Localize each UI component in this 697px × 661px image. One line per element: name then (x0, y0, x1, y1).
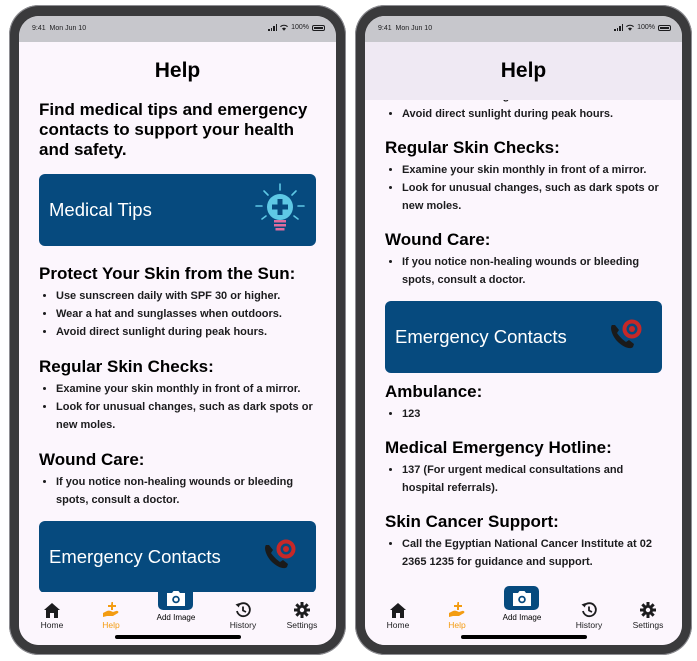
contact-title: Ambulance: (385, 382, 483, 401)
screen-right: 9:41 Mon Jun 10 100% Wear a hat and sung… (365, 16, 682, 645)
list-item: Look for unusual changes, such as dark s… (56, 398, 316, 434)
camera-icon (166, 590, 185, 606)
gear-icon (294, 602, 310, 618)
phone-emergency-icon (265, 539, 296, 569)
tab-help[interactable]: Help (432, 601, 482, 630)
phone-emergency-icon (611, 319, 642, 349)
tab-settings[interactable]: Settings (623, 601, 673, 630)
section-title: Regular Skin Checks: (385, 138, 560, 157)
add-image-label: Add Image (156, 613, 196, 622)
banner-title: Medical Tips (49, 199, 152, 220)
status-bar: 9:41 Mon Jun 10 100% (365, 16, 682, 42)
lightbulb-medical-icon (255, 183, 305, 231)
tab-history[interactable]: History (564, 601, 614, 630)
tab-help[interactable]: Help (86, 601, 136, 630)
tips-list: If you notice non-healing wounds or blee… (385, 253, 662, 289)
history-icon (581, 602, 597, 618)
banner-title: Emergency Contacts (49, 546, 221, 567)
battery-text: 100% (291, 24, 309, 31)
tab-settings[interactable]: Settings (277, 601, 327, 630)
list-item: Wear a hat and sunglasses when outdoors. (56, 305, 316, 323)
contact-list: Call the Egyptian National Cancer Instit… (385, 535, 662, 571)
tips-list: Wear a hat and sunglasses when outdoors.… (385, 100, 662, 123)
banner-title: Emergency Contacts (395, 326, 567, 347)
battery-icon (658, 24, 671, 31)
tab-bar: Home Help Add Image History Settings (19, 586, 336, 645)
tips-list: Examine your skin monthly in front of a … (39, 380, 316, 434)
scroll-content[interactable]: Wear a hat and sunglasses when outdoors.… (365, 100, 682, 592)
section-title: Protect Your Skin from the Sun: (39, 264, 296, 283)
list-item: Examine your skin monthly in front of a … (56, 380, 316, 398)
section-title: Regular Skin Checks: (39, 357, 214, 376)
add-image-button[interactable] (158, 586, 193, 610)
tips-list: Examine your skin monthly in front of a … (385, 161, 662, 215)
add-image-button[interactable] (504, 586, 539, 610)
gear-icon (640, 602, 656, 618)
tab-home[interactable]: Home (27, 601, 77, 630)
tips-list: Use sunscreen daily with SPF 30 or highe… (39, 287, 316, 341)
device-frame-left: 9:41 Mon Jun 10 100% Help Find medical t… (9, 5, 346, 655)
page-title: Help (365, 42, 682, 100)
help-hand-icon (102, 602, 118, 617)
home-icon (390, 602, 406, 618)
scroll-content[interactable]: Find medical tips and emergency contacts… (19, 100, 336, 592)
status-bar: 9:41 Mon Jun 10 100% (19, 16, 336, 42)
battery-icon (312, 24, 325, 31)
home-indicator (460, 635, 587, 639)
list-item: If you notice non-healing wounds or blee… (56, 473, 316, 509)
home-icon (44, 602, 60, 618)
list-item: 123 (402, 405, 662, 423)
help-hand-icon (448, 602, 464, 617)
page-title: Help (154, 59, 201, 82)
screen-left: 9:41 Mon Jun 10 100% Help Find medical t… (19, 16, 336, 645)
list-item: Look for unusual changes, such as dark s… (402, 179, 662, 215)
medical-tips-banner: Medical Tips (39, 174, 316, 246)
wifi-icon (280, 24, 289, 31)
contact-list: 137 (For urgent medical consultations an… (385, 461, 662, 497)
signal-icon (614, 24, 624, 31)
emergency-contacts-banner: Emergency Contacts (385, 301, 662, 373)
status-time: 9:41 Mon Jun 10 (378, 25, 433, 32)
device-frame-right: 9:41 Mon Jun 10 100% Wear a hat and sung… (355, 5, 692, 655)
list-item: Avoid direct sunlight during peak hours. (56, 323, 316, 341)
list-item: If you notice non-healing wounds or blee… (402, 253, 662, 289)
section-title: Wound Care: (385, 230, 491, 249)
section-title: Wound Care: (39, 450, 145, 469)
tab-home[interactable]: Home (373, 601, 423, 630)
history-icon (235, 602, 251, 618)
signal-icon (268, 24, 278, 31)
wifi-icon (626, 24, 635, 31)
contact-title: Medical Emergency Hotline: (385, 438, 612, 457)
home-indicator (114, 635, 241, 639)
list-item: Use sunscreen daily with SPF 30 or highe… (56, 287, 316, 305)
contact-list: 123 (385, 405, 662, 423)
intro-text: Find medical tips and emergency contacts… (39, 100, 308, 159)
list-item: 137 (For urgent medical consultations an… (402, 461, 662, 497)
tips-list: If you notice non-healing wounds or blee… (39, 473, 316, 509)
list-item: Avoid direct sunlight during peak hours. (402, 105, 662, 123)
tab-history[interactable]: History (218, 601, 268, 630)
status-time: 9:41 Mon Jun 10 (32, 25, 87, 32)
contact-title: Skin Cancer Support: (385, 512, 559, 531)
emergency-contacts-banner: Emergency Contacts (39, 521, 316, 592)
battery-text: 100% (637, 24, 655, 31)
camera-icon (512, 590, 531, 606)
list-item: Examine your skin monthly in front of a … (402, 161, 662, 179)
add-image-label: Add Image (502, 613, 542, 622)
tab-bar: Home Help Add Image History Settings (365, 586, 682, 645)
list-item: Call the Egyptian National Cancer Instit… (402, 535, 662, 571)
